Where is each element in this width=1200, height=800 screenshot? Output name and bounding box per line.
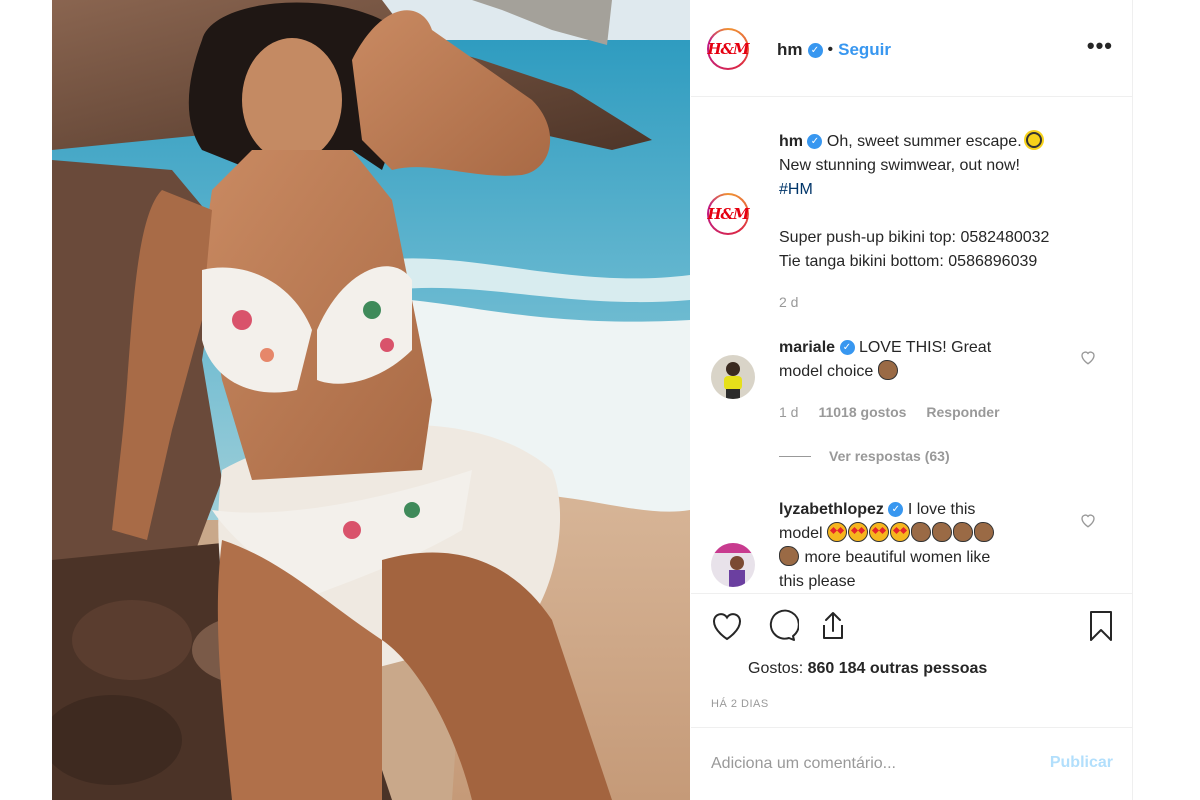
verified-icon: ✓ [807, 42, 823, 58]
post-panel: H&M hm ✓ • Seguir ••• H&M hm ✓ Oh, sweet… [691, 0, 1133, 800]
bookmark-icon[interactable] [1083, 608, 1119, 644]
heart-eyes-emoji [827, 522, 848, 542]
follow-button[interactable]: Seguir [838, 40, 891, 60]
heart-eyes-emoji [869, 522, 890, 542]
clap-emoji [911, 522, 932, 542]
comment-text: LOVE THIS! Great [858, 339, 992, 356]
publish-button[interactable]: Publicar [1050, 754, 1113, 772]
comment-text: I love this [907, 501, 976, 518]
comment-mariale: mariale ✓ LOVE THIS! Great model choice [779, 336, 1069, 384]
replies-line [779, 455, 811, 457]
view-replies-label: Ver respostas (63) [829, 448, 950, 464]
likes-prefix: Gostos: [748, 660, 804, 677]
separator-dot: • [827, 41, 834, 58]
comment-icon[interactable] [763, 608, 799, 644]
clap-emoji [974, 522, 995, 542]
clap-emoji [932, 522, 953, 542]
mariale-avatar-image [711, 355, 755, 399]
beach-photo [52, 0, 690, 800]
comment-meta: 1 d 11018 gostos Responder [779, 404, 1000, 420]
clap-emoji [779, 546, 799, 566]
clap-emoji [953, 522, 974, 542]
comment-text-2: model choice [779, 363, 874, 380]
header-user: hm ✓ • Seguir [777, 40, 891, 60]
comment-username[interactable]: mariale [779, 339, 835, 356]
heart-eyes-emoji [890, 522, 911, 542]
comment-time[interactable]: 1 d [779, 404, 798, 420]
caption-line-1: Oh, sweet summer escape. [826, 133, 1022, 150]
verified-icon: ✓ [807, 134, 823, 150]
like-comment-heart-icon[interactable] [1079, 348, 1097, 366]
likes-summary: Gostos: 860 184 outras pessoas [748, 660, 987, 678]
hm-logo: H&M [707, 40, 749, 58]
verified-icon: ✓ [839, 340, 855, 356]
caption-username[interactable]: hm [779, 133, 803, 150]
caption-line-3: Super push-up bikini top: 0582480032 [779, 229, 1050, 246]
reply-button[interactable]: Responder [926, 404, 999, 420]
post-actions: Gostos: 860 184 outras pessoas HÁ 2 DIAS [691, 593, 1133, 726]
more-options-icon[interactable]: ••• [1087, 35, 1113, 57]
comment-text-2: model [779, 525, 823, 542]
caption-line-4: Tie tanga bikini bottom: 0586896039 [779, 253, 1038, 270]
view-replies-button[interactable]: Ver respostas (63) [779, 448, 950, 464]
share-icon[interactable] [815, 608, 851, 644]
comment-input[interactable] [711, 752, 1011, 776]
heart-icon[interactable] [709, 608, 745, 644]
post-date[interactable]: HÁ 2 DIAS [711, 698, 769, 710]
comment-avatar-mariale[interactable] [711, 355, 755, 399]
instagram-post: H&M hm ✓ • Seguir ••• H&M hm ✓ Oh, sweet… [52, 0, 1133, 800]
comments-list[interactable]: H&M hm ✓ Oh, sweet summer escape. New st… [691, 98, 1133, 593]
add-comment-bar: Publicar [691, 727, 1133, 800]
comment-text-3: more beautiful women like [804, 549, 991, 566]
comment-avatar-lyzabethlopez[interactable] [711, 543, 755, 587]
lyzabethlopez-avatar-image [711, 543, 755, 587]
like-comment-heart-icon[interactable] [1079, 511, 1097, 529]
heart-eyes-emoji [848, 522, 869, 542]
account-avatar[interactable]: H&M [707, 28, 750, 70]
caption-line-2: New stunning swimwear, out now! [779, 157, 1020, 174]
emoji-row [827, 522, 995, 542]
post-caption: hm ✓ Oh, sweet summer escape. New stunni… [779, 130, 1109, 314]
caption-time[interactable]: 2 d [779, 290, 1109, 314]
hm-logo: H&M [707, 205, 749, 223]
post-photo[interactable] [52, 0, 690, 800]
clap-emoji [877, 360, 898, 380]
caption-avatar[interactable]: H&M [707, 193, 750, 235]
caption-hashtag[interactable]: #HM [779, 178, 1109, 202]
comment-likes[interactable]: 11018 gostos [818, 404, 906, 420]
comment-username[interactable]: lyzabethlopez [779, 501, 884, 518]
account-username[interactable]: hm [777, 40, 803, 60]
likes-count[interactable]: 860 184 outras pessoas [808, 660, 988, 677]
post-header: H&M hm ✓ • Seguir ••• [691, 0, 1133, 97]
verified-icon: ✓ [888, 502, 904, 518]
sun-emoji [1026, 132, 1043, 148]
comment-text-4: this please [779, 573, 856, 590]
comment-lyzabethlopez: lyzabethlopez ✓ I love this model more b… [779, 498, 1069, 593]
